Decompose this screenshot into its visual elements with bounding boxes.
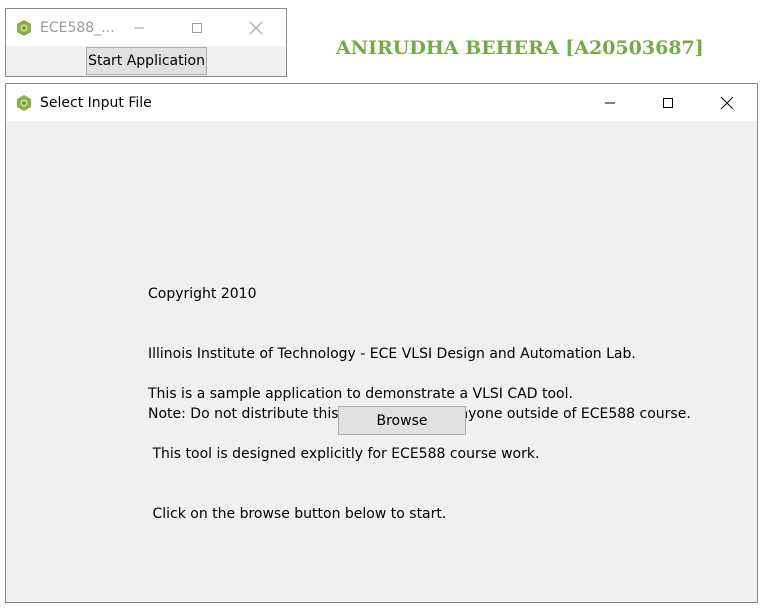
- main-window-titlebar[interactable]: Select Input File: [6, 84, 757, 121]
- small-close-button[interactable]: [227, 9, 285, 46]
- app-hexagon-icon: [17, 19, 31, 36]
- browse-button[interactable]: Browse: [338, 406, 466, 435]
- main-minimize-button[interactable]: [581, 84, 639, 121]
- small-window: ECE588_... Start Application: [5, 8, 287, 77]
- small-maximize-button[interactable]: [168, 9, 226, 46]
- description-line: This is a sample application to demonstr…: [148, 386, 573, 402]
- minimize-icon: [605, 102, 615, 103]
- maximize-icon: [663, 97, 673, 108]
- small-window-titlebar[interactable]: ECE588_...: [6, 9, 286, 46]
- author-credit: ANIRUDHA BEHERA [A20503687]: [336, 37, 704, 59]
- main-close-button[interactable]: [698, 84, 756, 121]
- small-minimize-button[interactable]: [110, 9, 168, 46]
- close-icon: [720, 96, 734, 109]
- app-hexagon-icon: [17, 94, 31, 111]
- description-text: This is a sample application to demonstr…: [148, 344, 573, 564]
- main-window: Select Input File Copyright 2010 Illinoi…: [5, 83, 758, 603]
- description-line: This tool is designed explicitly for ECE…: [148, 446, 540, 462]
- copyright-line: Copyright 2010: [148, 286, 257, 302]
- start-application-button[interactable]: Start Application: [86, 47, 207, 75]
- minimize-icon: [134, 27, 144, 28]
- main-window-title: Select Input File: [40, 94, 152, 111]
- main-maximize-button[interactable]: [639, 84, 697, 121]
- maximize-icon: [192, 22, 202, 33]
- close-icon: [249, 21, 263, 34]
- small-window-title: ECE588_...: [40, 19, 115, 36]
- description-line: Click on the browse button below to star…: [148, 506, 447, 522]
